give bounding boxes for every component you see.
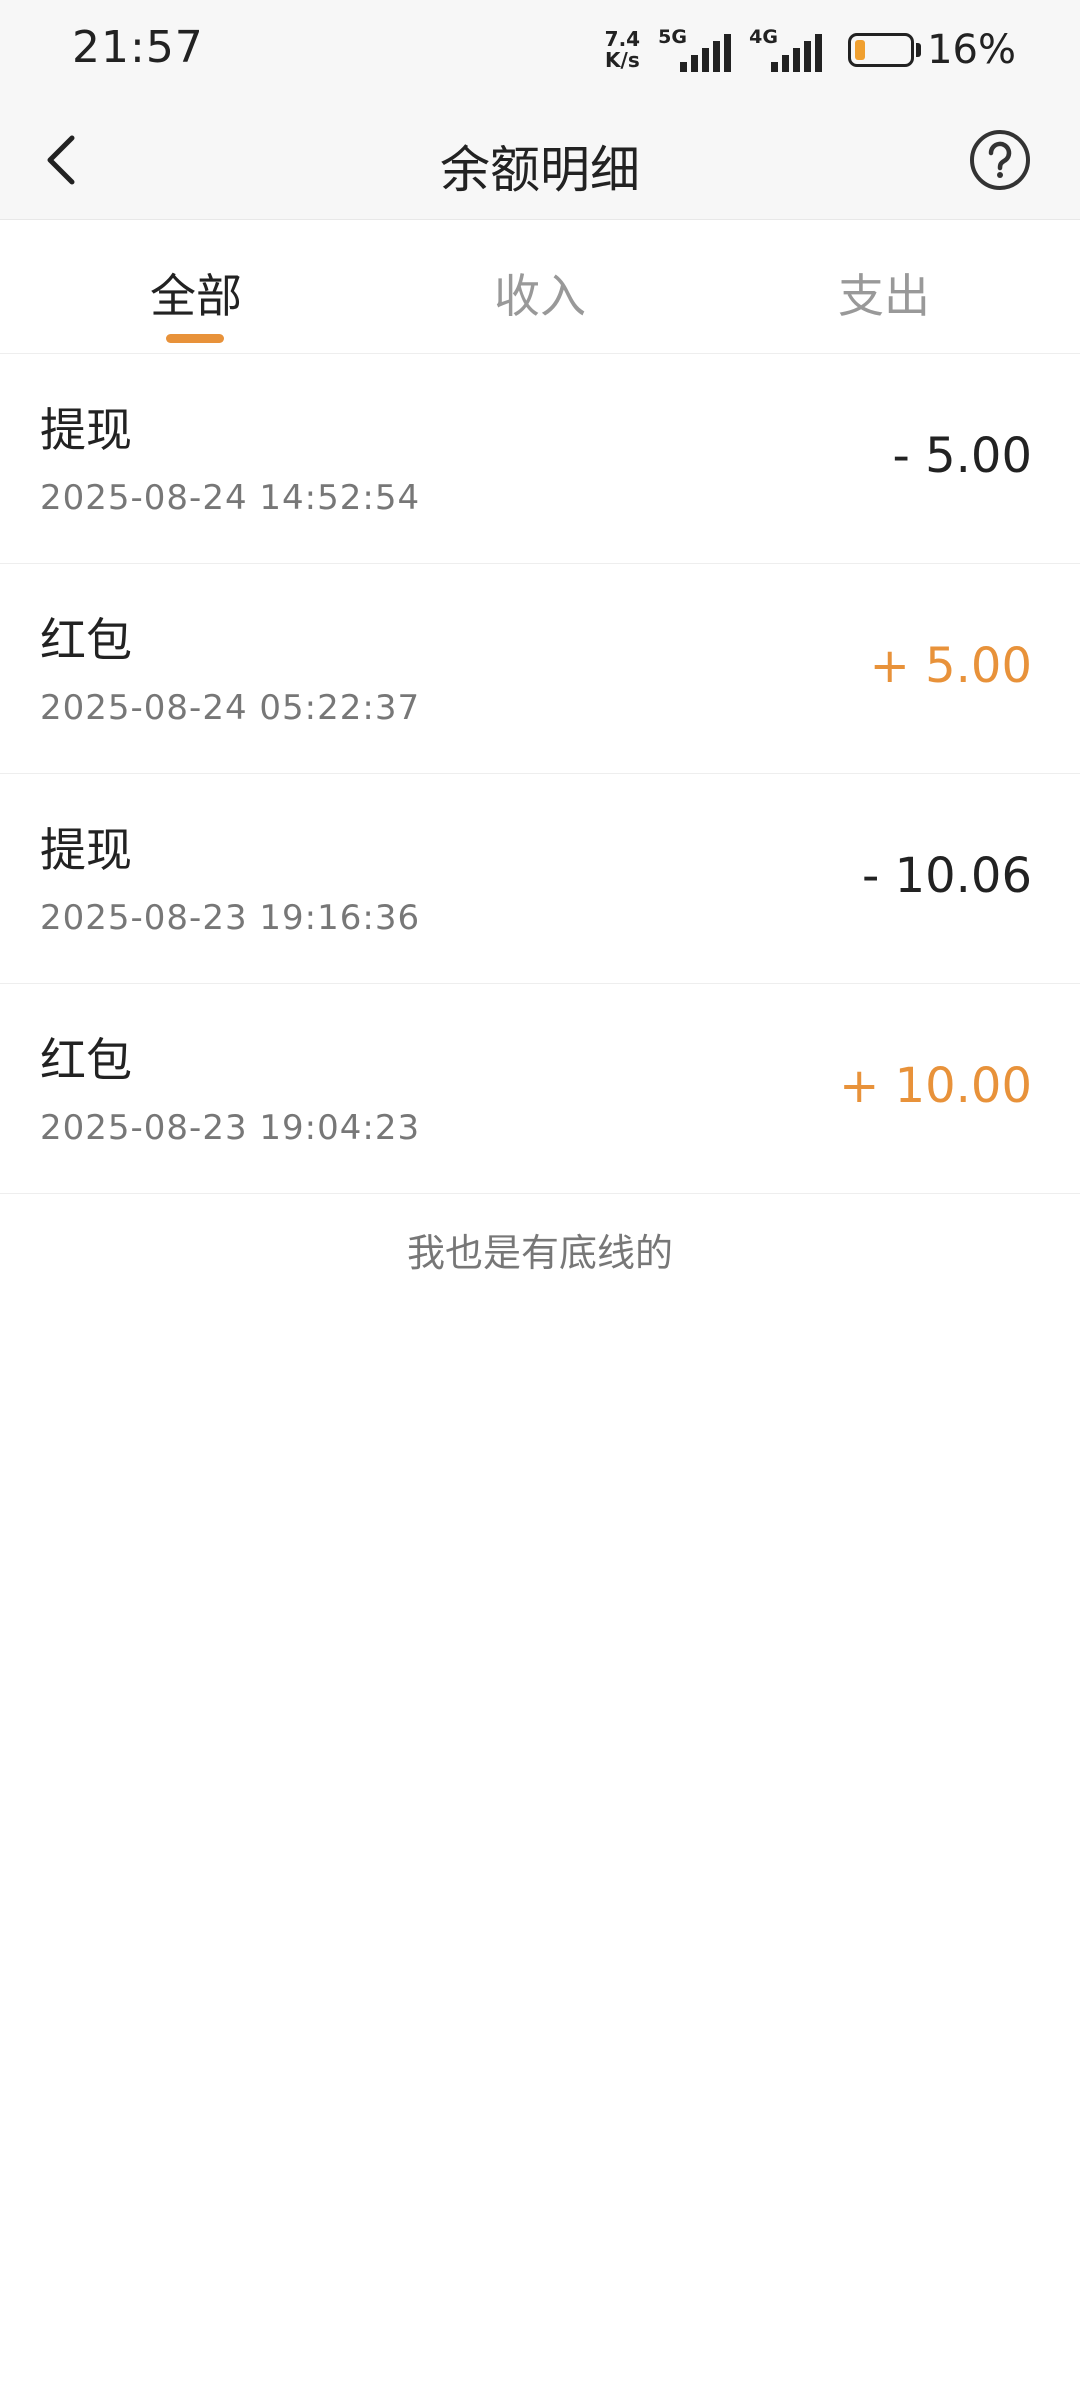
help-button[interactable] <box>968 128 1032 192</box>
navigation-bar: 余额明细 <box>0 100 1080 220</box>
battery-icon <box>848 33 915 67</box>
network-speed-value: 7.4 <box>604 27 641 51</box>
status-icons: 7.4 K/s 5G 4G 16% <box>605 24 1016 76</box>
battery-fill <box>855 40 866 60</box>
signal-bars-4g <box>771 32 823 72</box>
status-bar: 21:57 7.4 K/s 5G 4G 16% <box>0 0 1080 100</box>
page-title: 余额明细 <box>440 141 640 199</box>
transaction-time: 2025-08-24 14:52:54 <box>40 478 421 518</box>
transaction-amount: - 5.00 <box>892 428 1032 484</box>
question-circle-icon <box>970 130 1030 190</box>
tab-all[interactable]: 全部 <box>96 260 296 326</box>
battery-cap <box>916 43 922 57</box>
transaction-title: 提现 <box>40 823 132 877</box>
transaction-time: 2025-08-23 19:16:36 <box>40 898 421 938</box>
transaction-time: 2025-08-24 05:22:37 <box>40 688 421 728</box>
transaction-row[interactable]: 提现 2025-08-23 19:16:36 - 10.06 <box>0 774 1080 984</box>
filter-tabs: 全部 收入 支出 <box>0 220 1080 354</box>
signal-bars-5g <box>680 32 732 72</box>
network-speed-unit: K/s <box>605 48 640 72</box>
battery-percent: 16% <box>927 27 1016 73</box>
transaction-title: 红包 <box>40 1033 132 1087</box>
transaction-amount: + 5.00 <box>869 638 1032 694</box>
transaction-row[interactable]: 红包 2025-08-23 19:04:23 + 10.00 <box>0 984 1080 1194</box>
tab-income[interactable]: 收入 <box>440 260 640 326</box>
active-tab-indicator <box>166 334 224 343</box>
battery-indicator: 16% <box>848 27 1016 73</box>
transaction-list: 提现 2025-08-24 14:52:54 - 5.00 红包 2025-08… <box>0 354 1080 1194</box>
signal-5g-icon: 5G <box>658 26 732 72</box>
signal-4g-label: 4G <box>749 26 778 48</box>
transaction-time: 2025-08-23 19:04:23 <box>40 1108 421 1148</box>
signal-5g-label: 5G <box>658 26 687 48</box>
network-speed: 7.4 K/s <box>605 29 640 71</box>
transaction-row[interactable]: 提现 2025-08-24 14:52:54 - 5.00 <box>0 354 1080 564</box>
end-of-list-note: 我也是有底线的 <box>406 1231 673 1275</box>
transaction-amount: - 10.06 <box>862 848 1032 904</box>
transaction-title: 红包 <box>40 613 132 667</box>
signal-4g-icon: 4G <box>749 26 823 72</box>
tab-expense[interactable]: 支出 <box>784 260 984 326</box>
status-time: 21:57 <box>72 22 204 73</box>
transaction-amount: + 10.00 <box>839 1058 1032 1114</box>
transaction-row[interactable]: 红包 2025-08-24 05:22:37 + 5.00 <box>0 564 1080 774</box>
transaction-title: 提现 <box>40 403 132 457</box>
